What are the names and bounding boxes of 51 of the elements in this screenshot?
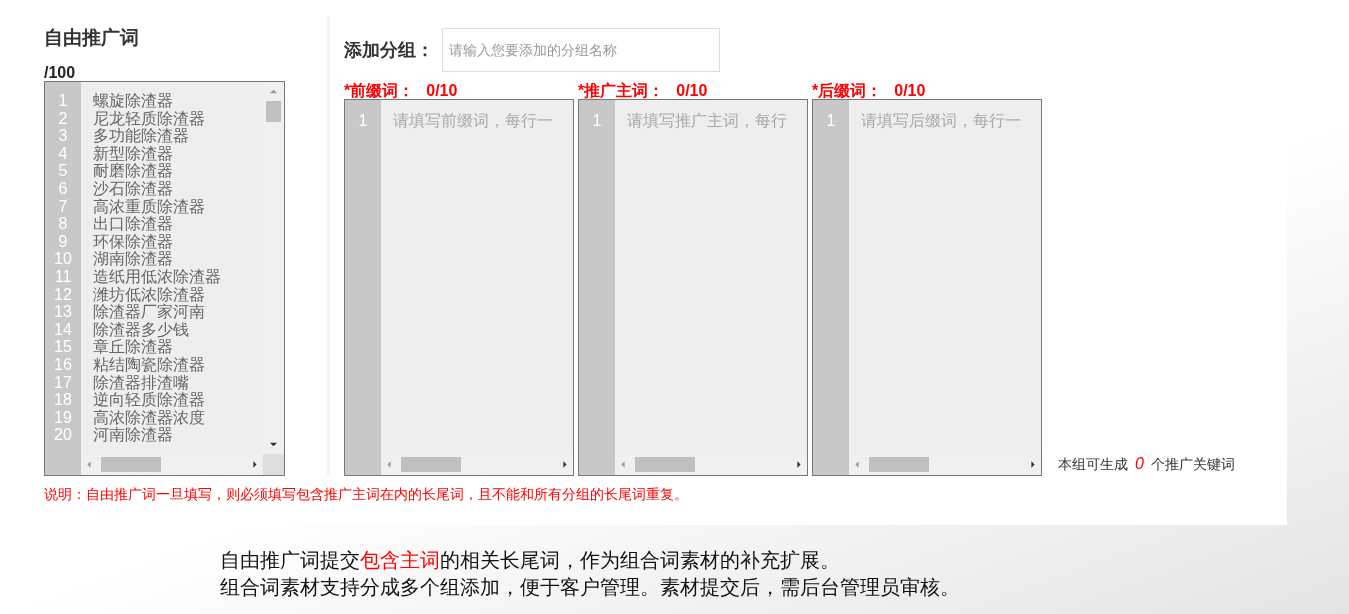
keyword-line: 造纸用低浓除渣器 bbox=[93, 267, 222, 286]
scroll-right-icon[interactable] bbox=[1029, 460, 1037, 469]
scrollbar-thumb[interactable] bbox=[635, 457, 695, 472]
scrollbar-thumb[interactable] bbox=[101, 457, 161, 472]
keyword-line: 章丘除渣器 bbox=[93, 338, 174, 356]
group-name-field[interactable]: 请输入您要添加的分组名称 bbox=[442, 27, 720, 72]
keyword-line: 除渣器排渣嘴 bbox=[93, 373, 190, 391]
keyword-line: 环保除渣器 bbox=[93, 232, 174, 251]
field-label: *后缀词： bbox=[812, 82, 883, 99]
scroll-right-icon[interactable] bbox=[795, 460, 803, 469]
scroll-down-icon[interactable] bbox=[269, 440, 278, 449]
keyword-line: 高浓除渣器浓度 bbox=[93, 408, 206, 427]
counter: 0/10 bbox=[894, 82, 926, 99]
keyword-line: 潍坊低浓除渣器 bbox=[93, 285, 206, 303]
scroll-left-icon[interactable] bbox=[853, 460, 861, 469]
keyword-line: 除渣器厂家河南 bbox=[93, 303, 206, 321]
section-title: 自由推广词 bbox=[44, 26, 140, 50]
notice-text: 说明：自由推广词一旦填写，则必须填写包含推广主词在内的长尾词，且不能和所有分组的长尾词重复。 bbox=[43, 485, 689, 504]
scroll-left-icon[interactable] bbox=[85, 460, 93, 469]
keyword-line: 高浓重质除渣器 bbox=[93, 197, 206, 216]
keyword-line: 粘结陶瓷除渣器 bbox=[93, 355, 206, 374]
keyword-line: 除渣器多少钱 bbox=[93, 320, 190, 338]
keyword-line: 沙石除渣器 bbox=[93, 179, 174, 198]
keyword-line: 河南除渣器 bbox=[93, 426, 174, 444]
field-label: 添加分组： bbox=[344, 38, 434, 62]
scrollbar-thumb[interactable] bbox=[401, 457, 461, 472]
caption-text: 自由推广词提交包含主词的相关长尾词，作为组合词素材的补充扩展。 bbox=[220, 548, 841, 573]
scroll-left-icon[interactable] bbox=[385, 460, 393, 469]
field-label: *前缀词： bbox=[344, 82, 415, 99]
keyword-line: 湖南除渣器 bbox=[93, 250, 174, 268]
keyword-counter: /100 bbox=[44, 65, 77, 81]
keyword-line: 新型除渣器 bbox=[93, 144, 174, 163]
scrollbar-thumb[interactable] bbox=[266, 101, 281, 122]
scroll-right-icon[interactable] bbox=[251, 460, 259, 469]
keyword-line: 出口除渣器 bbox=[93, 215, 174, 233]
keyword-line: 尼龙轻质除渣器 bbox=[93, 109, 206, 128]
keyword-line: 逆向轻质除渣器 bbox=[93, 391, 206, 409]
scroll-left-icon[interactable] bbox=[619, 460, 627, 469]
result-note: 本组可生成 0 个推广关键词 bbox=[1058, 455, 1235, 474]
scrollbar-corner bbox=[263, 454, 284, 475]
scroll-up-icon[interactable] bbox=[269, 87, 278, 96]
keyword-line: 耐磨除渣器 bbox=[93, 162, 174, 180]
scrollbar-thumb[interactable] bbox=[869, 457, 929, 472]
caption-text: 组合词素材支持分成多个组添加，便于客户管理。素材提交后，需后台管理员审核。 bbox=[220, 575, 961, 600]
counter: 0/10 bbox=[426, 82, 458, 99]
keyword-line: 多功能除渣器 bbox=[93, 127, 190, 145]
placeholder-text: 请填写推广主词，每行 bbox=[627, 111, 788, 131]
field-label: *推广主词： bbox=[578, 82, 665, 99]
counter: 0/10 bbox=[676, 82, 708, 99]
scroll-right-icon[interactable] bbox=[561, 460, 569, 469]
keyword-line: 螺旋除渣器 bbox=[93, 92, 174, 110]
